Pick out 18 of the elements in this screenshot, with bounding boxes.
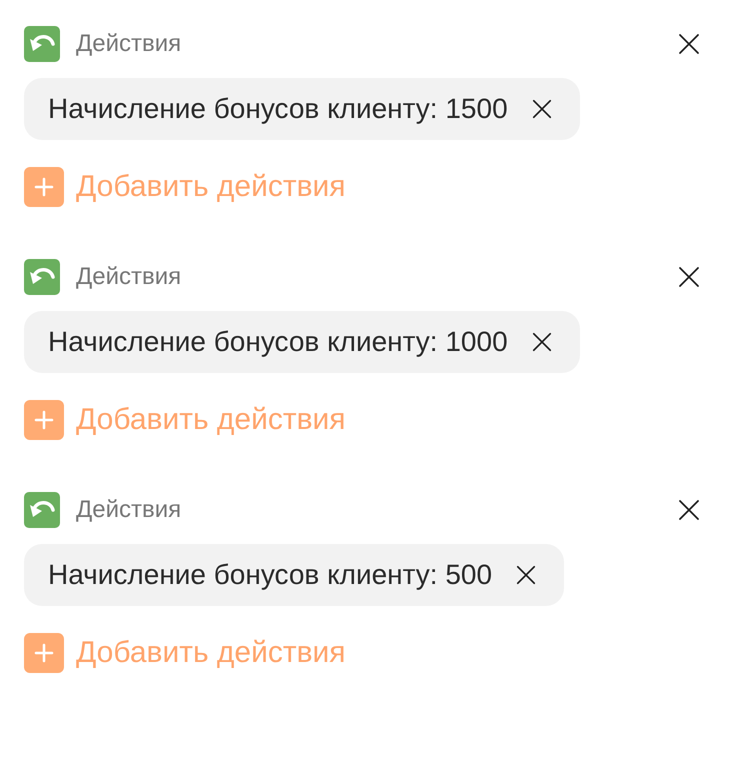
section-title: Действия xyxy=(76,29,182,59)
action-label: Начисление бонусов клиенту: 1500 xyxy=(48,92,508,126)
plus-icon xyxy=(24,166,64,206)
plus-icon xyxy=(24,400,64,440)
plus-icon xyxy=(24,632,64,672)
add-actions-button[interactable]: Добавить действия xyxy=(24,397,346,442)
action-label: Начисление бонусов клиенту: 1000 xyxy=(48,325,508,359)
remove-icon xyxy=(530,331,553,353)
remove-icon xyxy=(530,98,553,120)
close-icon xyxy=(677,32,701,56)
section-title: Действия xyxy=(76,262,182,292)
add-actions-button[interactable]: Добавить действия xyxy=(24,164,346,209)
remove-icon xyxy=(515,564,538,586)
action-label: Начисление бонусов клиенту: 500 xyxy=(48,558,492,592)
close-icon xyxy=(677,498,701,522)
close-icon xyxy=(677,265,701,289)
add-actions-button[interactable]: Добавить действия xyxy=(24,630,346,675)
section-title: Действия xyxy=(76,495,182,525)
